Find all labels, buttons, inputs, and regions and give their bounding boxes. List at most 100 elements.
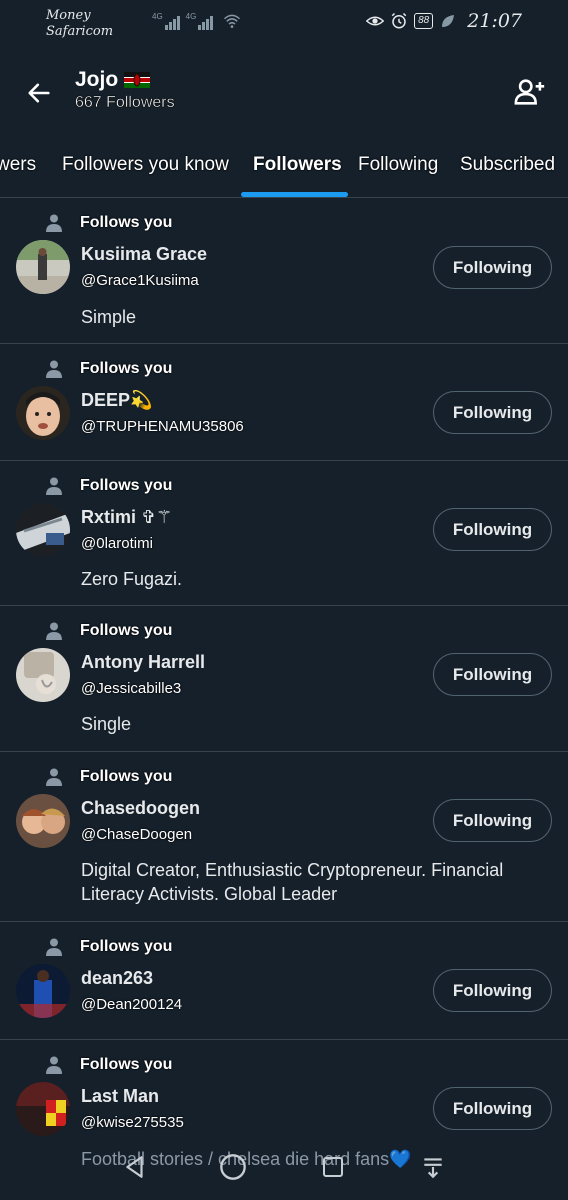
battery-indicator: 88 xyxy=(414,13,434,29)
avatar[interactable] xyxy=(16,648,70,702)
status-bar: Money Safaricom 4G 4G 88 21:07 xyxy=(0,0,568,46)
follows-you-line: Follows you xyxy=(46,1056,172,1074)
followers-count: 667 Followers xyxy=(75,94,175,111)
back-arrow-icon xyxy=(28,83,50,103)
eye-icon xyxy=(366,16,385,26)
follows-you-line: Follows you xyxy=(46,622,172,640)
follower-bio: Simple xyxy=(81,307,137,327)
nav-recents-button[interactable] xyxy=(318,1152,348,1182)
follower-row[interactable]: Follows you Kusiima Grace @Grace1Kusiima… xyxy=(0,198,568,344)
add-user-button[interactable] xyxy=(510,72,550,112)
followers-list: Follows you Kusiima Grace @Grace1Kusiima… xyxy=(0,198,568,1190)
follower-handle[interactable]: @0larotimi xyxy=(81,535,153,552)
back-button[interactable] xyxy=(20,74,58,112)
follows-you-line: Follows you xyxy=(46,768,172,786)
network-type-1: 4G xyxy=(152,12,163,21)
follows-you-label: Follows you xyxy=(80,477,173,494)
leaf-icon xyxy=(442,15,455,27)
person-icon xyxy=(46,1056,62,1074)
follows-you-label: Follows you xyxy=(80,360,173,377)
avatar[interactable] xyxy=(16,964,70,1018)
person-icon xyxy=(46,768,62,786)
follower-row[interactable]: Follows you Rxtimi ✞⚚ @0larotimi Zero Fu… xyxy=(0,461,568,606)
follower-handle[interactable]: @ChaseDoogen xyxy=(81,826,192,843)
avatar[interactable] xyxy=(16,386,70,440)
clock: 21:07 xyxy=(467,10,522,32)
avatar[interactable] xyxy=(16,503,70,557)
follower-bio: Single xyxy=(81,714,132,734)
follower-name[interactable]: Kusiima Grace xyxy=(81,244,207,265)
follower-handle[interactable]: @Jessicabille3 xyxy=(81,680,181,697)
tab-bar: wers Followers you know Followers Follow… xyxy=(0,142,568,198)
nav-back-button[interactable] xyxy=(120,1152,150,1182)
follows-you-label: Follows you xyxy=(80,214,173,231)
following-button[interactable]: Following xyxy=(433,246,552,289)
person-icon xyxy=(46,214,62,232)
follows-you-label: Follows you xyxy=(80,622,173,639)
pull-down-icon xyxy=(424,1158,442,1179)
signal-indicators: 4G 4G xyxy=(152,12,241,30)
follower-handle[interactable]: @TRUPHENAMU35806 xyxy=(81,418,244,435)
cell-signal-icon: 4G xyxy=(186,12,214,30)
follows-you-line: Follows you xyxy=(46,477,172,495)
person-icon xyxy=(46,360,62,378)
follower-bio: Digital Creator, Enthusiastic Cryptopren… xyxy=(81,860,504,904)
carrier-label: Money Safaricom xyxy=(46,8,113,40)
follower-row[interactable]: Follows you DEEP💫 @TRUPHENAMU35806 Follo… xyxy=(0,344,568,461)
follower-name[interactable]: DEEP💫 xyxy=(81,390,152,411)
avatar[interactable] xyxy=(16,240,70,294)
title-block: Jojo 667 Followers xyxy=(75,68,175,112)
carrier-line-2: Safaricom xyxy=(46,24,114,39)
system-nav-bar xyxy=(0,1140,568,1200)
follower-name[interactable]: dean263 xyxy=(81,968,153,989)
person-icon xyxy=(46,477,62,495)
follows-you-line: Follows you xyxy=(46,214,172,232)
alarm-icon xyxy=(391,12,407,29)
follows-you-label: Follows you xyxy=(80,938,173,955)
carrier-line-1: Money xyxy=(46,8,91,23)
follows-you-label: Follows you xyxy=(80,768,173,785)
follower-row[interactable]: Follows you dean263 @Dean200124 Followin… xyxy=(0,922,568,1040)
following-button[interactable]: Following xyxy=(433,1087,552,1130)
follower-handle[interactable]: @Dean200124 xyxy=(81,996,182,1013)
nav-notifications-button[interactable] xyxy=(418,1152,448,1182)
nav-home-button[interactable] xyxy=(218,1152,248,1182)
person-icon xyxy=(46,622,62,640)
follower-bio: Zero Fugazi. xyxy=(81,569,183,589)
following-button[interactable]: Following xyxy=(433,391,552,434)
square-recents-icon xyxy=(323,1157,343,1177)
following-button[interactable]: Following xyxy=(433,969,552,1012)
follower-row[interactable]: Follows you Chasedoogen @ChaseDoogen Dig… xyxy=(0,752,568,922)
follower-handle[interactable]: @Grace1Kusiima xyxy=(81,272,199,289)
following-button[interactable]: Following xyxy=(433,799,552,842)
avatar[interactable] xyxy=(16,794,70,848)
following-button[interactable]: Following xyxy=(433,508,552,551)
follower-row[interactable]: Follows you Antony Harrell @Jessicabille… xyxy=(0,606,568,752)
profile-name: Jojo xyxy=(75,68,119,91)
follower-handle[interactable]: @kwise275535 xyxy=(81,1114,184,1131)
following-button[interactable]: Following xyxy=(433,653,552,696)
person-icon xyxy=(46,938,62,956)
tab-followers-you-know[interactable]: Followers you know xyxy=(62,154,229,176)
tab-following[interactable]: Following xyxy=(358,154,438,176)
tab-verified-followers[interactable]: wers xyxy=(0,154,36,176)
follower-name[interactable]: Antony Harrell xyxy=(81,652,205,673)
follower-name[interactable]: Chasedoogen xyxy=(81,798,200,819)
tab-subscribed[interactable]: Subscribed xyxy=(460,154,555,176)
active-tab-indicator xyxy=(241,192,348,197)
avatar[interactable] xyxy=(16,1082,70,1136)
follower-name[interactable]: Rxtimi ✞⚚ xyxy=(81,507,172,528)
tab-followers[interactable]: Followers xyxy=(253,154,342,176)
cell-signal-icon: 4G xyxy=(152,12,180,30)
wifi-icon xyxy=(224,14,241,28)
circle-home-icon xyxy=(220,1154,246,1180)
network-type-2: 4G xyxy=(185,12,197,21)
add-user-icon xyxy=(514,79,545,105)
triangle-back-icon xyxy=(126,1156,143,1178)
follower-name[interactable]: Last Man xyxy=(81,1086,159,1107)
follows-you-line: Follows you xyxy=(46,360,172,378)
kenya-flag-icon xyxy=(124,72,151,88)
profile-title: Jojo xyxy=(75,68,175,92)
follows-you-line: Follows you xyxy=(46,938,172,956)
status-right: 88 21:07 xyxy=(366,10,522,32)
